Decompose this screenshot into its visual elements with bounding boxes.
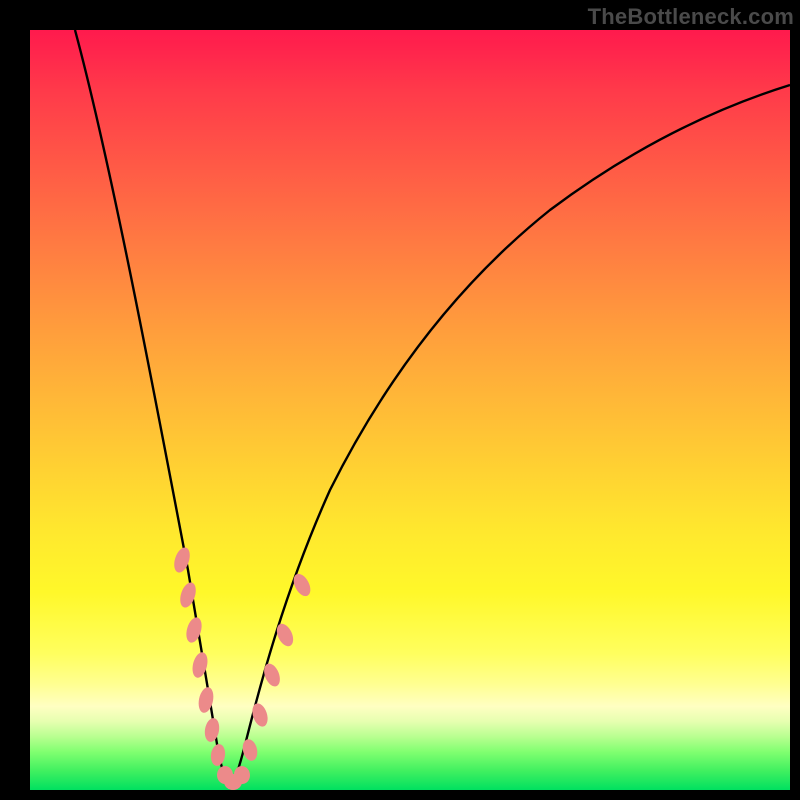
- marker-point: [210, 743, 227, 767]
- marker-point: [241, 738, 260, 763]
- marker-point: [203, 717, 221, 743]
- bottleneck-curve: [75, 30, 790, 788]
- plot-area: [30, 30, 790, 790]
- marker-point: [171, 545, 192, 574]
- marker-point: [290, 571, 314, 599]
- marker-point: [177, 580, 198, 609]
- marker-point: [274, 621, 297, 649]
- marker-point: [196, 686, 215, 714]
- marker-point: [190, 651, 210, 680]
- marker-point: [184, 616, 205, 645]
- chart-frame: TheBottleneck.com: [0, 0, 800, 800]
- curve-layer: [30, 30, 790, 790]
- watermark-text: TheBottleneck.com: [588, 4, 794, 30]
